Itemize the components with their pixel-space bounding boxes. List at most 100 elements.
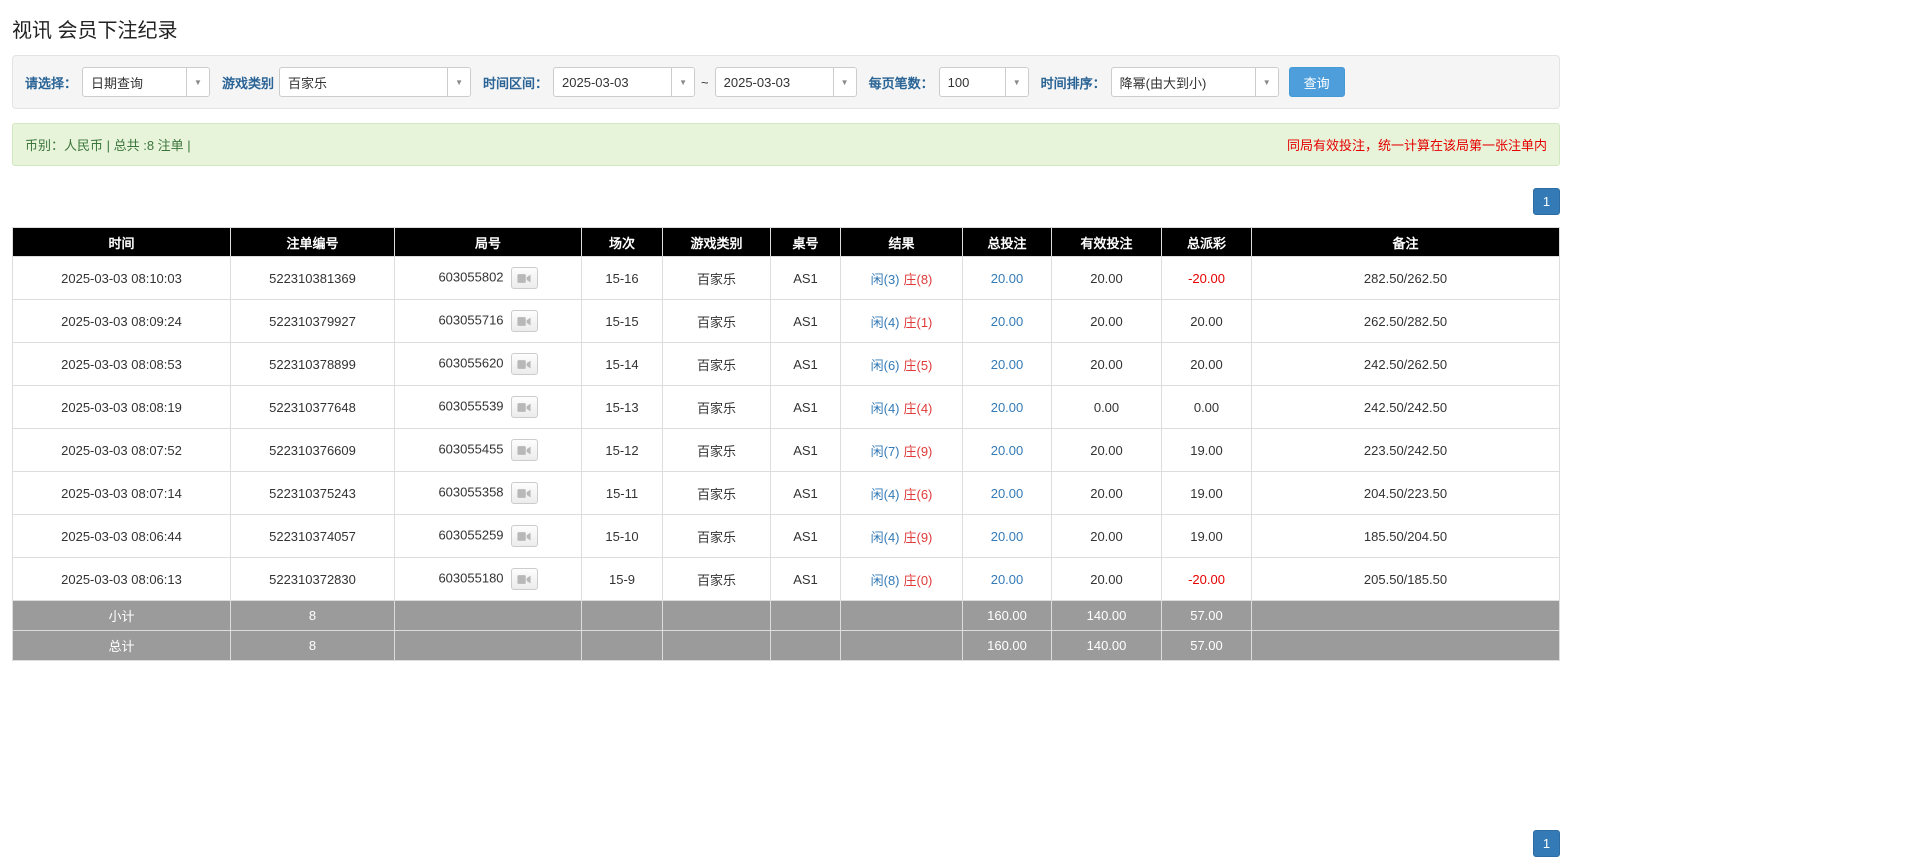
total-row: 总计 8 160.00 140.00 57.00 <box>12 630 1560 661</box>
cell-bet-no: 522310376609 <box>230 428 395 472</box>
filter-bar: 请选择： 日期查询 ▼ 游戏类别 百家乐 ▼ 时间区间： 2025-03-03 … <box>12 55 1560 109</box>
result-banker: 庄(5) <box>903 357 933 373</box>
cell-round-no: 603055620 <box>394 342 582 386</box>
range-separator: ~ <box>701 74 709 90</box>
video-icon <box>517 316 531 326</box>
chevron-down-icon[interactable]: ▼ <box>1004 68 1028 96</box>
cell-total-bet: 20.00 <box>962 299 1052 343</box>
total-bet-link[interactable]: 20.00 <box>991 529 1024 544</box>
cell-round-no: 603055716 <box>394 299 582 343</box>
cell-payout: -20.00 <box>1161 256 1252 300</box>
cell-game-type: 百家乐 <box>662 428 771 472</box>
search-button[interactable]: 查询 <box>1288 67 1345 97</box>
game-type-value: 百家乐 <box>288 75 328 91</box>
cell-table-no: AS1 <box>770 342 841 386</box>
page-size-label: 每页笔数： <box>868 75 934 91</box>
cell-remark: 262.50/282.50 <box>1251 299 1560 343</box>
video-replay-button[interactable] <box>510 396 538 418</box>
cell-payout: -20.00 <box>1161 557 1252 601</box>
chevron-down-icon[interactable]: ▼ <box>447 68 471 96</box>
cell-remark: 282.50/262.50 <box>1251 256 1560 300</box>
col-header-valid-bet: 有效投注 <box>1051 227 1162 257</box>
empty-cell <box>840 630 963 661</box>
chevron-down-icon[interactable]: ▼ <box>186 68 210 96</box>
cell-total-bet: 20.00 <box>962 385 1052 429</box>
page-size-select[interactable]: 100 ▼ <box>938 67 1029 97</box>
chevron-down-icon[interactable]: ▼ <box>671 68 695 96</box>
cell-result: 闲(4) 庄(9) <box>840 514 963 558</box>
cell-time: 2025-03-03 08:08:53 <box>12 342 231 386</box>
cell-valid-bet: 20.00 <box>1051 428 1162 472</box>
total-bet-link[interactable]: 20.00 <box>991 443 1024 458</box>
result-banker: 庄(6) <box>903 486 933 502</box>
empty-cell <box>770 630 841 661</box>
cell-total-bet: 20.00 <box>962 342 1052 386</box>
round-no-text: 603055455 <box>438 441 504 457</box>
cell-round-no: 603055180 <box>394 557 582 601</box>
cell-valid-bet: 20.00 <box>1051 299 1162 343</box>
cell-remark: 242.50/242.50 <box>1251 385 1560 429</box>
cell-payout: 19.00 <box>1161 428 1252 472</box>
round-no-text: 603055716 <box>438 312 504 328</box>
video-icon <box>517 445 531 455</box>
video-replay-button[interactable] <box>510 525 538 547</box>
page-container: 视讯 会员下注纪录 请选择： 日期查询 ▼ 游戏类别 百家乐 ▼ 时间区间： 2… <box>12 14 1560 857</box>
table-row: 2025-03-03 08:06:13 522310372830 6030551… <box>12 557 1560 601</box>
date-from-select[interactable]: 2025-03-03 ▼ <box>553 67 696 97</box>
video-replay-button[interactable] <box>510 568 538 590</box>
cell-table-no: AS1 <box>770 299 841 343</box>
video-replay-button[interactable] <box>510 439 538 461</box>
page-button-1[interactable]: 1 <box>1533 830 1560 857</box>
video-replay-button[interactable] <box>510 267 538 289</box>
total-payout: 57.00 <box>1161 630 1252 661</box>
total-bet-link[interactable]: 20.00 <box>991 486 1024 501</box>
result-player: 闲(8) <box>870 572 900 588</box>
total-bet-link[interactable]: 20.00 <box>991 400 1024 415</box>
cell-bet-no: 522310374057 <box>230 514 395 558</box>
result-banker: 庄(0) <box>903 572 933 588</box>
table-row: 2025-03-03 08:10:03 522310381369 6030558… <box>12 256 1560 300</box>
table-header-row: 时间 注单编号 局号 场次 游戏类别 桌号 结果 总投注 有效投注 总派彩 备注 <box>12 227 1560 257</box>
video-icon <box>517 273 531 283</box>
total-bet-link[interactable]: 20.00 <box>991 357 1024 372</box>
chevron-down-icon[interactable]: ▼ <box>832 68 856 96</box>
cell-payout: 19.00 <box>1161 471 1252 515</box>
empty-cell <box>662 630 771 661</box>
col-header-round-no: 局号 <box>394 227 582 257</box>
cell-result: 闲(7) 庄(9) <box>840 428 963 472</box>
total-bet-link[interactable]: 20.00 <box>991 572 1024 587</box>
total-bet-link[interactable]: 20.00 <box>991 271 1024 286</box>
result-banker: 庄(4) <box>903 400 933 416</box>
cell-table-no: AS1 <box>770 557 841 601</box>
cell-table-no: AS1 <box>770 428 841 472</box>
video-icon <box>517 531 531 541</box>
video-replay-button[interactable] <box>510 353 538 375</box>
date-to-select[interactable]: 2025-03-03 ▼ <box>714 67 857 97</box>
video-replay-button[interactable] <box>510 310 538 332</box>
empty-cell <box>394 630 582 661</box>
result-banker: 庄(9) <box>903 443 933 459</box>
sort-select[interactable]: 降幂(由大到小) ▼ <box>1110 67 1279 97</box>
total-total-bet: 160.00 <box>962 630 1052 661</box>
video-replay-button[interactable] <box>510 482 538 504</box>
cell-remark: 223.50/242.50 <box>1251 428 1560 472</box>
cell-result: 闲(4) 庄(1) <box>840 299 963 343</box>
empty-cell <box>581 630 663 661</box>
chevron-down-icon[interactable]: ▼ <box>1254 68 1278 96</box>
empty-cell <box>840 600 963 631</box>
table-row: 2025-03-03 08:07:52 522310376609 6030554… <box>12 428 1560 472</box>
cell-valid-bet: 20.00 <box>1051 557 1162 601</box>
subtotal-row: 小计 8 160.00 140.00 57.00 <box>12 600 1560 631</box>
page-button-1[interactable]: 1 <box>1533 188 1560 215</box>
result-banker: 庄(1) <box>903 314 933 330</box>
cell-result: 闲(4) 庄(4) <box>840 385 963 429</box>
cell-result: 闲(6) 庄(5) <box>840 342 963 386</box>
subtotal-payout: 57.00 <box>1161 600 1252 631</box>
empty-cell <box>581 600 663 631</box>
total-bet-link[interactable]: 20.00 <box>991 314 1024 329</box>
sort-label: 时间排序： <box>1040 75 1106 91</box>
game-type-select[interactable]: 百家乐 ▼ <box>279 67 472 97</box>
table-row: 2025-03-03 08:09:24 522310379927 6030557… <box>12 299 1560 343</box>
cell-remark: 204.50/223.50 <box>1251 471 1560 515</box>
query-type-select[interactable]: 日期查询 ▼ <box>82 67 211 97</box>
